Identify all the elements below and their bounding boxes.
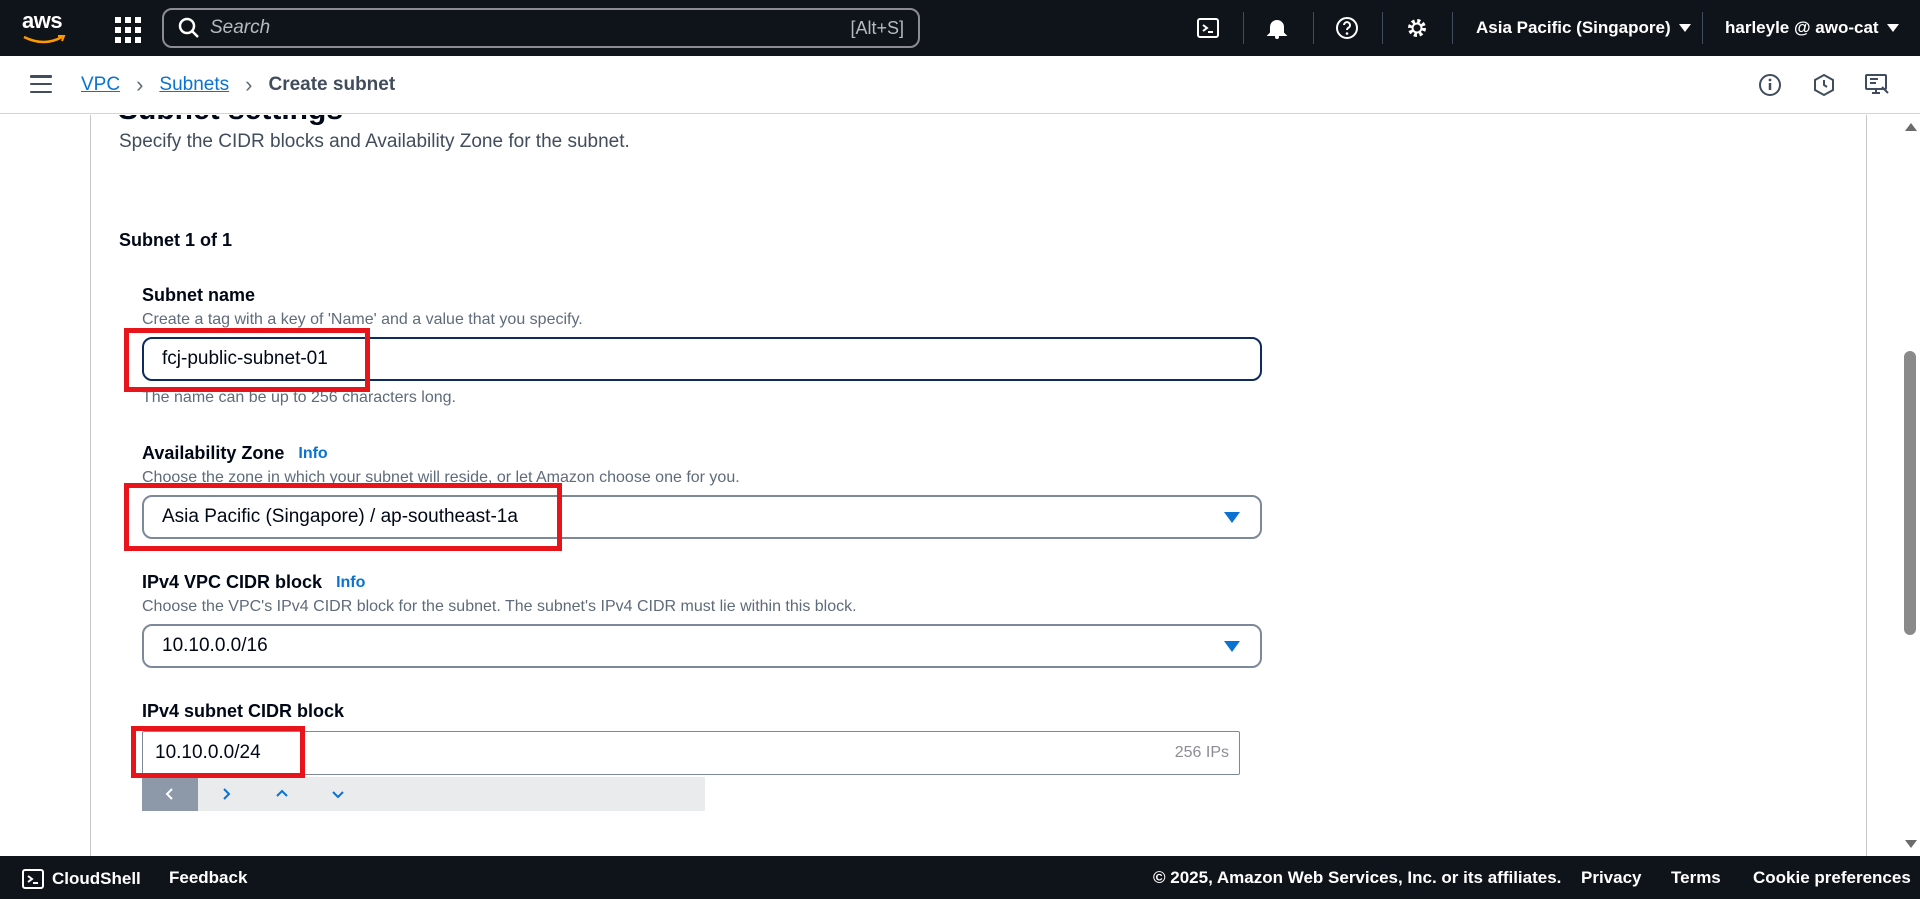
vpc-cidr-value: 10.10.0.0/16 [162, 635, 268, 656]
vpc-cidr-info-link[interactable]: Info [336, 574, 365, 592]
cookie-preferences-link[interactable]: Cookie preferences [1753, 868, 1911, 888]
nav-separator [1382, 12, 1383, 44]
availability-zone-label-text: Availability Zone [142, 443, 285, 463]
nav-separator [1452, 12, 1453, 44]
availability-zone-label: Availability Zone Info [142, 443, 328, 464]
chevron-right-icon: › [136, 72, 144, 97]
cidr-increment-button[interactable] [254, 777, 310, 811]
scrollbar-thumb[interactable] [1904, 351, 1916, 635]
section-title: Subnet settings [118, 115, 343, 127]
breadcrumb-current: Create subnet [268, 74, 396, 95]
privacy-link[interactable]: Privacy [1581, 868, 1642, 888]
cloudshell-footer-button[interactable]: CloudShell [22, 868, 141, 890]
subnet-name-input[interactable] [142, 337, 1262, 381]
breadcrumb-vpc-link[interactable]: VPC [81, 74, 120, 96]
availability-zone-description: Choose the zone in which your subnet wil… [142, 469, 740, 486]
subnet-name-constraint: The name can be up to 256 characters lon… [142, 389, 456, 406]
cloudshell-icon [22, 869, 44, 889]
scroll-down-arrow-icon[interactable] [1905, 840, 1917, 848]
subnet-name-label-text: Subnet name [142, 285, 256, 305]
info-panel-icon[interactable] [1757, 72, 1783, 98]
cidr-decrement-button[interactable] [310, 777, 366, 811]
cidr-stepper [142, 777, 705, 811]
region-selector[interactable]: Asia Pacific (Singapore) [1476, 14, 1691, 42]
availability-zone-value: Asia Pacific (Singapore) / ap-southeast-… [162, 506, 518, 527]
search-input[interactable] [210, 17, 851, 39]
section-description: Specify the CIDR blocks and Availability… [119, 131, 630, 152]
footer: CloudShell Feedback © 2025, Amazon Web S… [0, 856, 1920, 899]
subnet-cidr-value: 10.10.0.0/24 [155, 742, 261, 763]
main-content: Subnet settings Specify the CIDR blocks … [0, 115, 1900, 856]
nav-separator [1313, 12, 1314, 44]
terms-link[interactable]: Terms [1671, 868, 1721, 888]
subnet-count-label: Subnet 1 of 1 [119, 230, 233, 250]
copyright-text: © 2025, Amazon Web Services, Inc. or its… [1153, 868, 1562, 887]
settings-gear-icon[interactable] [1403, 14, 1431, 42]
aws-logo[interactable]: aws [22, 10, 70, 44]
top-navigation: aws [Alt+S] [0, 0, 1920, 56]
nav-separator [1243, 12, 1244, 44]
breadcrumb-subnets-link[interactable]: Subnets [159, 74, 229, 96]
caret-down-icon [1678, 24, 1691, 32]
caret-down-icon [1224, 512, 1240, 523]
nav-separator [1702, 12, 1703, 44]
cloudshell-label: CloudShell [52, 869, 141, 888]
breadcrumb: VPC › Subnets › Create subnet [81, 72, 395, 98]
account-menu[interactable]: harleyle @ awo-cat [1725, 14, 1899, 42]
recent-activity-icon[interactable] [1811, 72, 1837, 98]
subnet-cidr-ip-count: 256 IPs [1174, 744, 1229, 761]
availability-zone-info-link[interactable]: Info [298, 445, 327, 463]
help-icon[interactable] [1333, 14, 1361, 42]
vpc-cidr-select[interactable]: 10.10.0.0/16 [142, 624, 1262, 668]
subnet-cidr-label-text: IPv4 subnet CIDR block [142, 701, 345, 721]
subnet-name-description: Create a tag with a key of 'Name' and a … [142, 311, 583, 328]
subnet-cidr-label: IPv4 subnet CIDR block [142, 701, 344, 722]
cidr-next-button[interactable] [198, 777, 254, 811]
chevron-down-icon [332, 791, 344, 799]
breadcrumb-bar: VPC › Subnets › Create subnet [0, 56, 1920, 114]
caret-down-icon [1224, 641, 1240, 652]
chevron-left-icon [165, 788, 173, 800]
vpc-cidr-description: Choose the VPC's IPv4 CIDR block for the… [142, 598, 857, 615]
search-icon [178, 17, 199, 38]
chevron-up-icon [276, 789, 288, 797]
feedback-monitor-icon[interactable] [1864, 72, 1890, 98]
user-label: harleyle @ awo-cat [1725, 18, 1879, 37]
chevron-right-icon: › [245, 72, 253, 97]
availability-zone-select[interactable]: Asia Pacific (Singapore) / ap-southeast-… [142, 495, 1262, 539]
chevron-right-icon [223, 788, 231, 800]
feedback-link[interactable]: Feedback [169, 868, 247, 888]
aws-smile-icon [23, 35, 66, 44]
notifications-bell-icon[interactable] [1263, 14, 1291, 42]
cloudshell-icon[interactable] [1194, 14, 1222, 42]
aws-logo-text: aws [22, 8, 63, 33]
search-bar[interactable]: [Alt+S] [162, 8, 920, 48]
vertical-scrollbar[interactable] [1900, 115, 1920, 856]
subnet-name-label: Subnet name [142, 285, 255, 306]
vpc-cidr-label-text: IPv4 VPC CIDR block [142, 572, 323, 592]
subnet-cidr-input[interactable]: 10.10.0.0/24 256 IPs [142, 731, 1240, 775]
vpc-cidr-label: IPv4 VPC CIDR block Info [142, 572, 365, 593]
hamburger-menu-icon[interactable] [30, 75, 52, 93]
region-label: Asia Pacific (Singapore) [1476, 18, 1671, 37]
cidr-prev-button[interactable] [142, 777, 198, 811]
scroll-up-arrow-icon[interactable] [1905, 123, 1917, 131]
caret-down-icon [1886, 24, 1899, 32]
services-menu-icon[interactable] [112, 14, 141, 43]
search-shortcut: [Alt+S] [850, 17, 904, 38]
